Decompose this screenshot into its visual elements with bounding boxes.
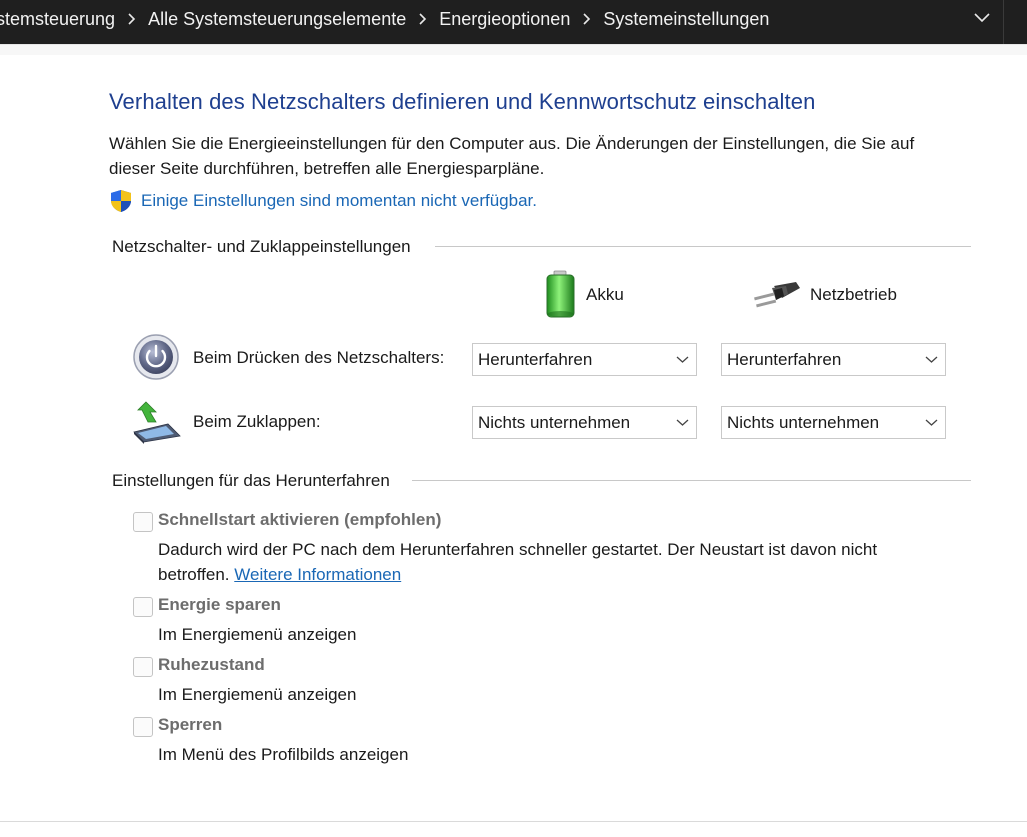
unavailable-settings-link[interactable]: Einige Einstellungen sind momentan nicht… xyxy=(141,191,537,211)
fast-startup-description-line2: betroffen. Weitere Informationen xyxy=(158,562,877,587)
battery-icon xyxy=(546,270,575,318)
sleep-description: Im Energiemenü anzeigen xyxy=(158,625,357,644)
row-label-power-button: Beim Drücken des Netzschalters: xyxy=(193,348,445,367)
breadcrumb-item-energieoptionen[interactable]: Energieoptionen xyxy=(433,9,576,30)
breadcrumb: stemsteuerung Alle Systemsteuerungseleme… xyxy=(0,0,775,38)
hibernate-description: Im Energiemenü anzeigen xyxy=(158,685,357,704)
fast-startup-description-text: betroffen. xyxy=(158,565,230,584)
sleep-label: Energie sparen xyxy=(158,595,281,614)
group-divider xyxy=(435,246,971,247)
column-header-battery: Akku xyxy=(544,270,624,320)
page-description: Wählen Sie die Energieeinstellungen für … xyxy=(109,131,969,181)
select-value: Herunterfahren xyxy=(478,349,593,369)
hibernate-label: Ruhezustand xyxy=(158,655,265,674)
group-header-shutdown: Einstellungen für das Herunterfahren xyxy=(112,471,390,490)
power-button-battery-select[interactable]: Herunterfahren xyxy=(472,343,697,376)
select-value: Nichts unternehmen xyxy=(727,412,880,432)
group-divider xyxy=(412,480,971,481)
breadcrumb-item-systemeinstellungen[interactable]: Systemeinstellungen xyxy=(597,9,775,30)
toolbar-spacer xyxy=(0,44,1027,55)
power-button-plugged-select[interactable]: Herunterfahren xyxy=(721,343,946,376)
lock-description: Im Menü des Profilbilds anzeigen xyxy=(158,745,409,764)
page-title: Verhalten des Netzschalters definieren u… xyxy=(109,89,816,114)
hibernate-checkbox[interactable] xyxy=(133,657,153,677)
select-value: Nichts unternehmen xyxy=(478,412,631,432)
footer-divider xyxy=(0,821,1027,822)
unavailable-settings-row[interactable]: Einige Einstellungen sind momentan nicht… xyxy=(109,189,537,213)
breadcrumb-separator-icon[interactable] xyxy=(121,13,142,25)
group-header-power-buttons: Netzschalter- und Zuklappeinstellungen xyxy=(112,237,411,256)
power-button-icon xyxy=(133,334,179,380)
toolbar-divider xyxy=(1003,0,1004,44)
more-info-link[interactable]: Weitere Informationen xyxy=(234,565,401,584)
lid-close-battery-select[interactable]: Nichts unternehmen xyxy=(472,406,697,439)
fast-startup-label: Schnellstart aktivieren (empfohlen) xyxy=(158,510,442,529)
fast-startup-description: Dadurch wird der PC nach dem Herunterfah… xyxy=(158,537,877,587)
address-bar: stemsteuerung Alle Systemsteuerungseleme… xyxy=(0,0,1027,44)
column-label-battery: Akku xyxy=(586,285,624,304)
lock-label: Sperren xyxy=(158,715,223,734)
row-label-lid-close: Beim Zuklappen: xyxy=(193,412,321,431)
chevron-down-icon xyxy=(925,419,938,426)
breadcrumb-item-alle-elemente[interactable]: Alle Systemsteuerungselemente xyxy=(142,9,412,30)
column-label-plugged: Netzbetrieb xyxy=(810,285,897,304)
breadcrumb-separator-icon[interactable] xyxy=(412,13,433,25)
fast-startup-checkbox[interactable] xyxy=(133,512,153,532)
chevron-down-icon xyxy=(925,356,938,363)
breadcrumb-item-systemsteuerung[interactable]: stemsteuerung xyxy=(0,9,121,30)
fast-startup-description-line: Dadurch wird der PC nach dem Herunterfah… xyxy=(158,540,878,559)
lid-close-plugged-select[interactable]: Nichts unternehmen xyxy=(721,406,946,439)
chevron-down-icon xyxy=(676,419,689,426)
select-value: Herunterfahren xyxy=(727,349,842,369)
power-plug-icon xyxy=(754,282,800,308)
page-description-line: dieser Seite durchführen, betreffen alle… xyxy=(109,159,545,178)
column-header-plugged: Netzbetrieb xyxy=(752,280,897,310)
chevron-down-icon[interactable] xyxy=(972,10,992,26)
breadcrumb-separator-icon[interactable] xyxy=(576,13,597,25)
lock-checkbox[interactable] xyxy=(133,717,153,737)
laptop-lid-icon xyxy=(133,401,181,444)
chevron-down-icon xyxy=(676,356,689,363)
uac-shield-icon xyxy=(111,190,131,212)
page-description-line: Wählen Sie die Energieeinstellungen für … xyxy=(109,134,915,153)
sleep-checkbox[interactable] xyxy=(133,597,153,617)
